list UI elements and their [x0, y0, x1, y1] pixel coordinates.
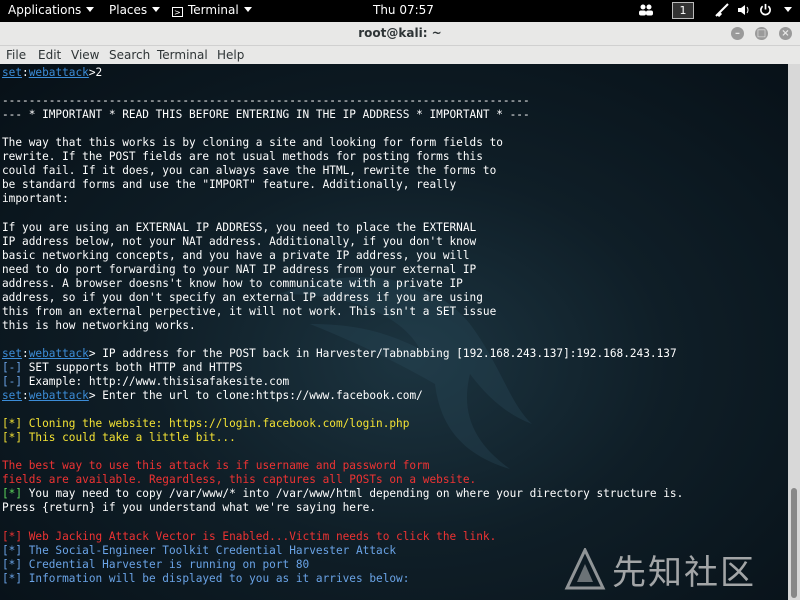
clock[interactable]: Thu 07:57 [373, 3, 434, 17]
watermark-text: 先知社区 [612, 553, 756, 593]
terminal-line: need to do port forwarding to your NAT I… [2, 262, 477, 276]
scrollbar-thumb[interactable] [791, 488, 797, 598]
prompt-module: webattack [28, 346, 89, 360]
important-banner: --- * IMPORTANT * READ THIS BEFORE ENTER… [2, 108, 530, 122]
prompt-module: webattack [28, 389, 89, 403]
prompt-set: set [2, 389, 23, 403]
prompt-set: set [2, 66, 23, 79]
terminal-line: set:webattack>2 [2, 66, 103, 79]
menubar: File Edit View Search Terminal Help [0, 46, 800, 64]
terminal-text: SET supports both HTTP and HTTPS [22, 360, 243, 374]
workspace-number: 1 [672, 2, 694, 19]
warning-line: [*] Web Jacking Attack Vector is Enabled… [2, 529, 497, 543]
terminal-line: IP address below, not your NAT address. … [2, 234, 477, 248]
minimize-button[interactable]: – [731, 27, 744, 40]
status-line: [*] This could take a little bit... [2, 431, 236, 445]
info-tag: [-] [2, 375, 23, 389]
chevron-down-icon [243, 7, 252, 12]
power-icon[interactable] [759, 3, 772, 19]
terminal-app-menu[interactable]: > Terminal [172, 3, 252, 17]
terminal-scrollbar[interactable] [788, 64, 800, 600]
volume-icon[interactable] [737, 3, 751, 20]
terminal-text: Example: http://www.thisisafakesite.com [22, 375, 290, 389]
prompt-set: set [2, 346, 23, 360]
terminal-line: [*] You may need to copy /var/www/* into… [2, 487, 683, 501]
ip-prompt-text: IP address for the POST back in Harveste… [95, 346, 677, 360]
terminal-line: rewrite. If the POST fields are not usua… [2, 150, 483, 164]
terminal-line: [-] SET supports both HTTP and HTTPS [2, 361, 683, 375]
menu-file[interactable]: File [6, 48, 26, 62]
terminal-line: important: [2, 192, 69, 206]
warning-line: The best way to use this attack is if us… [2, 459, 430, 473]
success-tag: [*] [2, 487, 23, 501]
terminal-output: set:webattack>2 -------------------------… [2, 66, 683, 586]
terminal-line: The way that this works is by cloning a … [2, 136, 503, 150]
network-icon[interactable] [715, 3, 729, 20]
status-line: [*] Cloning the website: https://login.f… [2, 417, 410, 431]
menu-help[interactable]: Help [217, 48, 244, 62]
url-prompt-text: Enter the url to clone:https://www.faceb… [95, 389, 423, 403]
system-menu-chevron[interactable] [779, 3, 792, 17]
applications-label: Applications [8, 3, 82, 17]
terminal-icon: > [172, 7, 183, 17]
prompt-module: webattack [28, 66, 89, 79]
terminal-line: address, so if you don't specify an exte… [2, 290, 483, 304]
terminal-app-label: Terminal [188, 3, 239, 17]
terminal-line: this is how networking works. [2, 318, 196, 332]
menu-edit[interactable]: Edit [38, 48, 61, 62]
chevron-down-icon [152, 7, 161, 12]
terminal-line: set:webattack> IP address for the POST b… [2, 346, 677, 360]
menu-search[interactable]: Search [109, 48, 150, 62]
info-tag: [-] [2, 360, 23, 374]
close-button[interactable]: × [779, 27, 792, 40]
terminal-line: could fail. If it does, you can always s… [2, 164, 497, 178]
chevron-down-icon [86, 7, 95, 12]
terminal-text: You may need to copy /var/www/* into /va… [22, 487, 684, 501]
maximize-button[interactable]: □ [755, 27, 768, 40]
window-title: root@kali: ~ [358, 26, 442, 40]
terminal-line: If you are using an EXTERNAL IP ADDRESS,… [2, 220, 477, 234]
terminal-line: basic networking concepts, and you have … [2, 248, 470, 262]
separator-line: ----------------------------------------… [2, 94, 530, 108]
applications-menu[interactable]: Applications [8, 3, 95, 17]
command-text: 2 [95, 66, 103, 79]
places-menu[interactable]: Places [109, 3, 161, 17]
people-icon[interactable] [639, 4, 653, 19]
terminal-line: Press {return} if you understand what we… [2, 501, 377, 515]
chevron-down-icon [784, 7, 792, 12]
places-label: Places [109, 3, 148, 17]
menu-view[interactable]: View [71, 48, 99, 62]
warning-line: fields are available. Regardless, this c… [2, 473, 477, 487]
terminal-line: address. A browser doesns't know how to … [2, 276, 463, 290]
terminal-line: [-] Example: http://www.thisisafakesite.… [2, 375, 683, 389]
terminal-line: be standard forms and use the "IMPORT" f… [2, 178, 457, 192]
top-panel: Applications Places > Terminal Thu 07:57 … [0, 0, 800, 22]
terminal-line: set:webattack> Enter the url to clone:ht… [2, 389, 423, 403]
workspace-indicator[interactable]: 1 [672, 2, 694, 19]
xianzhi-logo-icon [564, 548, 606, 590]
window-titlebar[interactable]: root@kali: ~ – □ × [0, 22, 800, 46]
terminal-line: this from an external perpective, it wil… [2, 304, 497, 318]
terminal-view[interactable]: set:webattack>2 -------------------------… [0, 64, 788, 600]
menu-terminal[interactable]: Terminal [157, 48, 208, 62]
